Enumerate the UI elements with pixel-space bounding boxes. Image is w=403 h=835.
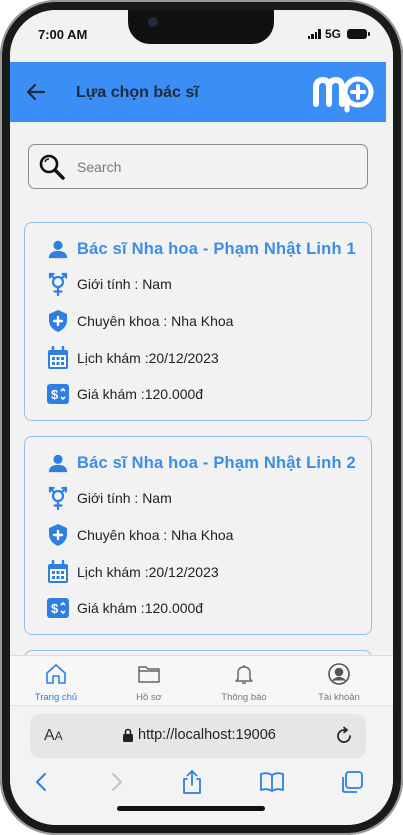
battery-icon: [347, 29, 370, 39]
home-indicator: [117, 806, 265, 811]
doctor-name-row: Bác sĩ Nha hoa - Phạm Nhật Linh 2: [46, 451, 356, 475]
back-icon[interactable]: [28, 768, 56, 796]
home-icon: [46, 664, 66, 684]
doctor-specialty: Chuyên khoa : Nha Khoa: [77, 527, 234, 543]
gender-row: Giới tính : Nam: [46, 272, 172, 296]
doctor-schedule: Lịch khám :20/12/2023: [77, 564, 219, 580]
shield-plus-icon: [46, 523, 70, 547]
schedule-row: Lịch khám :20/12/2023: [46, 346, 219, 370]
reload-icon[interactable]: [334, 726, 354, 746]
gender-row: Giới tính : Nam: [46, 486, 172, 510]
lock-icon: [123, 728, 133, 742]
price-row: $ Giá khám :120.000đ: [46, 596, 203, 620]
account-icon: [328, 663, 350, 685]
tab-label: Trang chủ: [34, 692, 78, 703]
doctor-schedule: Lịch khám :20/12/2023: [77, 350, 219, 366]
network-label: 5G: [324, 27, 341, 41]
tab-label: Hồ sơ: [136, 692, 162, 703]
url-text: http://localhost:19006: [138, 727, 276, 743]
doctor-name: Bác sĩ Nha hoa - Phạm Nhật Linh 1: [77, 239, 356, 258]
phone-frame: 7:00 AM 5G Lựa chọn bác sĩ Search Bác sĩ…: [0, 0, 403, 835]
folder-icon: [138, 666, 160, 683]
share-icon[interactable]: [178, 768, 206, 796]
calendar-icon: [46, 346, 70, 370]
status-time: 7:00 AM: [38, 27, 88, 42]
back-arrow-icon[interactable]: [24, 80, 48, 104]
status-indicators: 5G: [307, 27, 370, 41]
tab-account[interactable]: Tài khoản: [299, 662, 379, 703]
status-bar: 7:00 AM 5G: [10, 10, 393, 62]
doctor-gender: Giới tính : Nam: [77, 490, 172, 506]
price-row: $ Giá khám :120.000đ: [46, 382, 203, 406]
doctor-price: Giá khám :120.000đ: [77, 600, 204, 616]
forward-icon[interactable]: [102, 768, 130, 796]
person-icon: [46, 237, 70, 261]
page-title: Lựa chọn bác sĩ: [76, 84, 199, 101]
tab-profile-records[interactable]: Hồ sơ: [109, 662, 189, 703]
app-logo: [310, 70, 378, 114]
svg-text:$: $: [51, 387, 59, 402]
doctor-card[interactable]: Bác sĩ Nha hoa - Phạm Nhật Linh 1 Giới t…: [24, 222, 372, 421]
doctor-gender: Giới tính : Nam: [77, 276, 172, 292]
doctor-card[interactable]: Bác sĩ Nha hoa - Phạm Nhật Linh 2 Giới t…: [24, 436, 372, 635]
tab-notifications[interactable]: Thông báo: [204, 662, 284, 703]
calendar-icon: [46, 560, 70, 584]
tab-label: Thông báo: [221, 692, 267, 703]
bottom-tab-bar: Trang chủ Hồ sơ Thông báo Tài khoản: [10, 655, 393, 705]
bookmarks-icon[interactable]: [258, 768, 286, 796]
specialty-row: Chuyên khoa : Nha Khoa: [46, 523, 233, 547]
doctor-price: Giá khám :120.000đ: [77, 386, 204, 402]
search-icon: [39, 154, 65, 180]
doctor-name: Bác sĩ Nha hoa - Phạm Nhật Linh 2: [77, 453, 356, 472]
search-bar: [28, 144, 368, 189]
money-icon: $: [46, 382, 70, 406]
gender-icon: [46, 486, 70, 510]
bell-icon: [235, 665, 253, 684]
schedule-row: Lịch khám :20/12/2023: [46, 560, 219, 584]
specialty-row: Chuyên khoa : Nha Khoa: [46, 309, 233, 333]
doctor-name-row: Bác sĩ Nha hoa - Phạm Nhật Linh 1: [46, 237, 356, 261]
svg-text:$: $: [51, 601, 59, 616]
camera-icon: [148, 17, 158, 27]
signal-icon: [307, 29, 321, 39]
money-icon: $: [46, 596, 70, 620]
app-header: Lựa chọn bác sĩ: [10, 62, 386, 122]
search-input[interactable]: [77, 156, 347, 178]
tabs-icon[interactable]: [338, 768, 366, 796]
text-size-button[interactable]: AA: [44, 727, 63, 745]
address-bar[interactable]: AA http://localhost:19006: [30, 714, 366, 758]
doctor-specialty: Chuyên khoa : Nha Khoa: [77, 313, 234, 329]
notch: [128, 10, 274, 44]
gender-icon: [46, 272, 70, 296]
tab-home[interactable]: Trang chủ: [16, 662, 96, 703]
person-icon: [46, 451, 70, 475]
tab-label: Tài khoản: [318, 692, 360, 703]
screen: 7:00 AM 5G Lựa chọn bác sĩ Search Bác sĩ…: [10, 10, 393, 825]
shield-plus-icon: [46, 309, 70, 333]
